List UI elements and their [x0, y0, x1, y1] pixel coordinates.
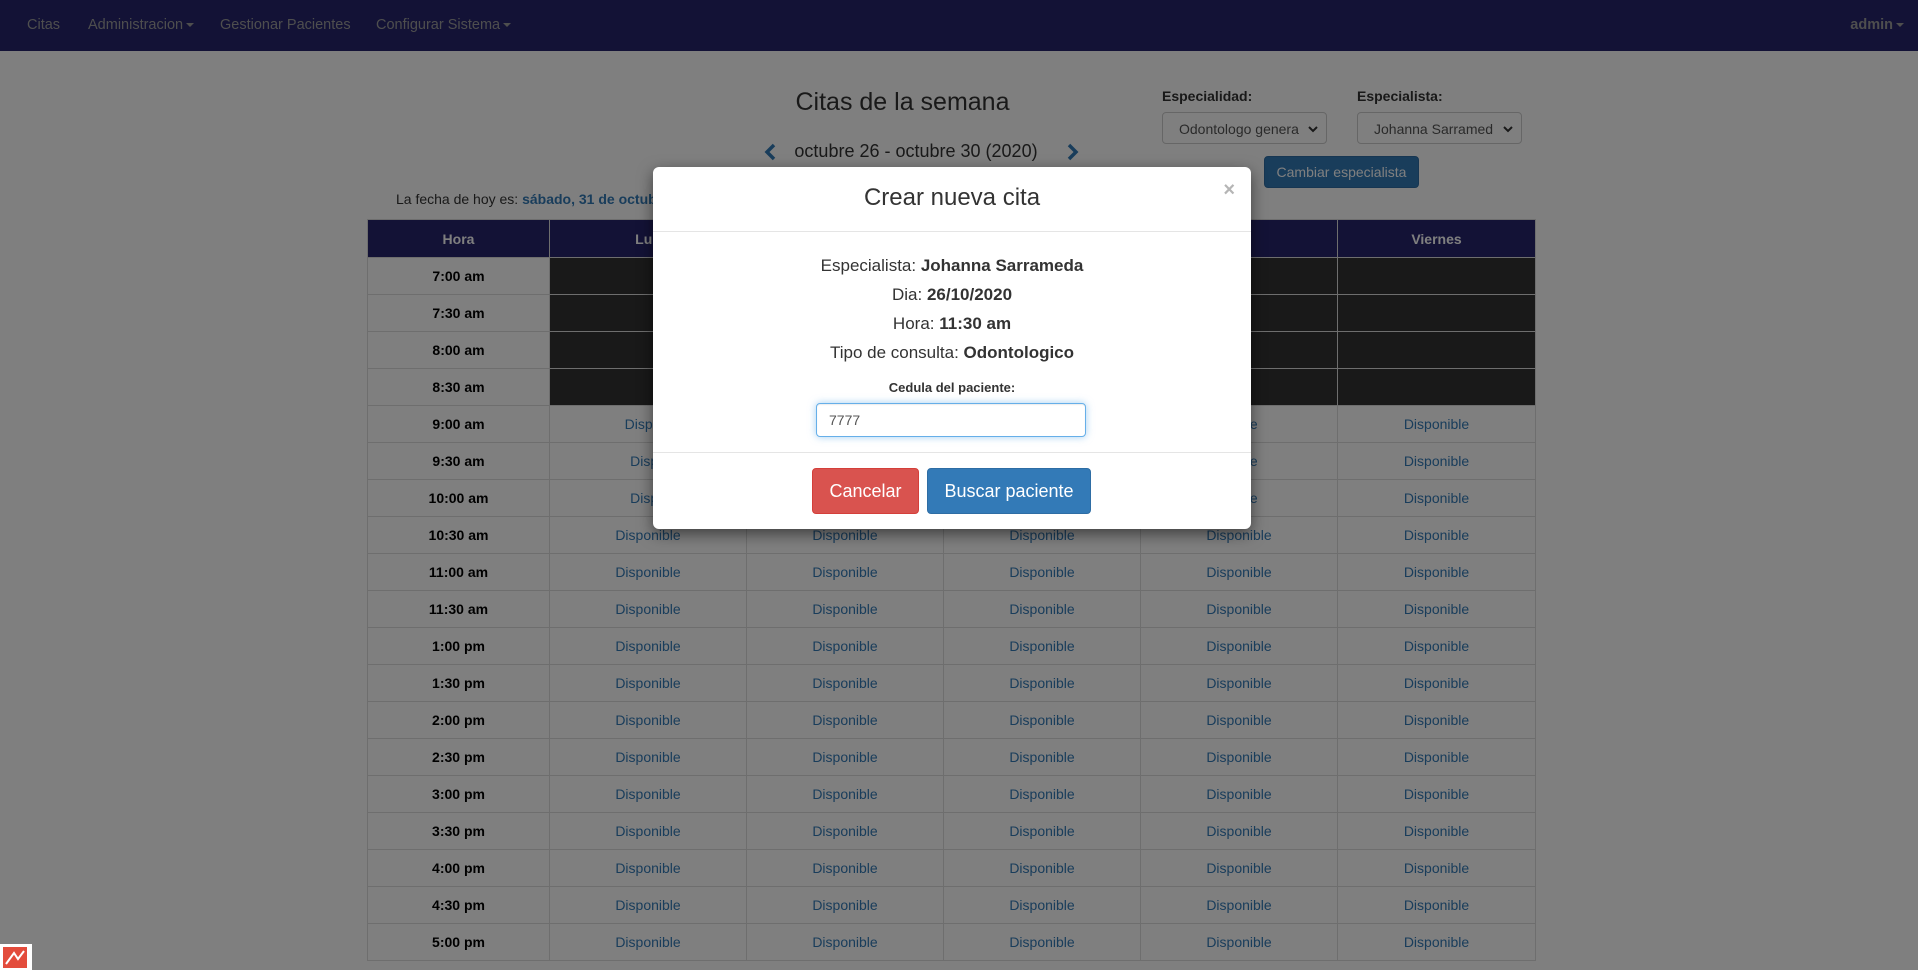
tipo-consulta-info: Tipo de consulta: Odontologico	[653, 343, 1251, 363]
dia-info-value: 26/10/2020	[926, 285, 1013, 304]
especialista-info: Especialista: Johanna Sarrameda	[653, 256, 1251, 276]
cedula-input[interactable]	[816, 403, 1086, 437]
corner-badge-icon[interactable]	[0, 944, 32, 970]
dia-info-label: Dia:	[891, 285, 923, 304]
especialista-info-label: Especialista:	[820, 256, 917, 275]
buscar-paciente-button[interactable]: Buscar paciente	[927, 468, 1091, 514]
crear-cita-modal: Crear nueva cita × Especialista: Johanna…	[653, 167, 1251, 529]
especialista-info-value: Johanna Sarrameda	[920, 256, 1084, 275]
modal-header: Crear nueva cita ×	[653, 167, 1251, 232]
cedula-label: Cedula del paciente:	[888, 380, 1016, 395]
hora-info: Hora: 11:30 am	[653, 314, 1251, 334]
cancel-button[interactable]: Cancelar	[812, 468, 919, 514]
tipo-info-value: Odontologico	[963, 343, 1075, 362]
hora-info-label: Hora:	[892, 314, 935, 333]
close-icon[interactable]: ×	[1223, 179, 1235, 202]
modal-footer	[653, 452, 1251, 453]
modal-title: Crear nueva cita	[863, 184, 1041, 211]
dia-info: Dia: 26/10/2020	[653, 285, 1251, 305]
hora-info-value: 11:30 am	[939, 314, 1012, 333]
tipo-info-label: Tipo de consulta:	[829, 343, 959, 362]
